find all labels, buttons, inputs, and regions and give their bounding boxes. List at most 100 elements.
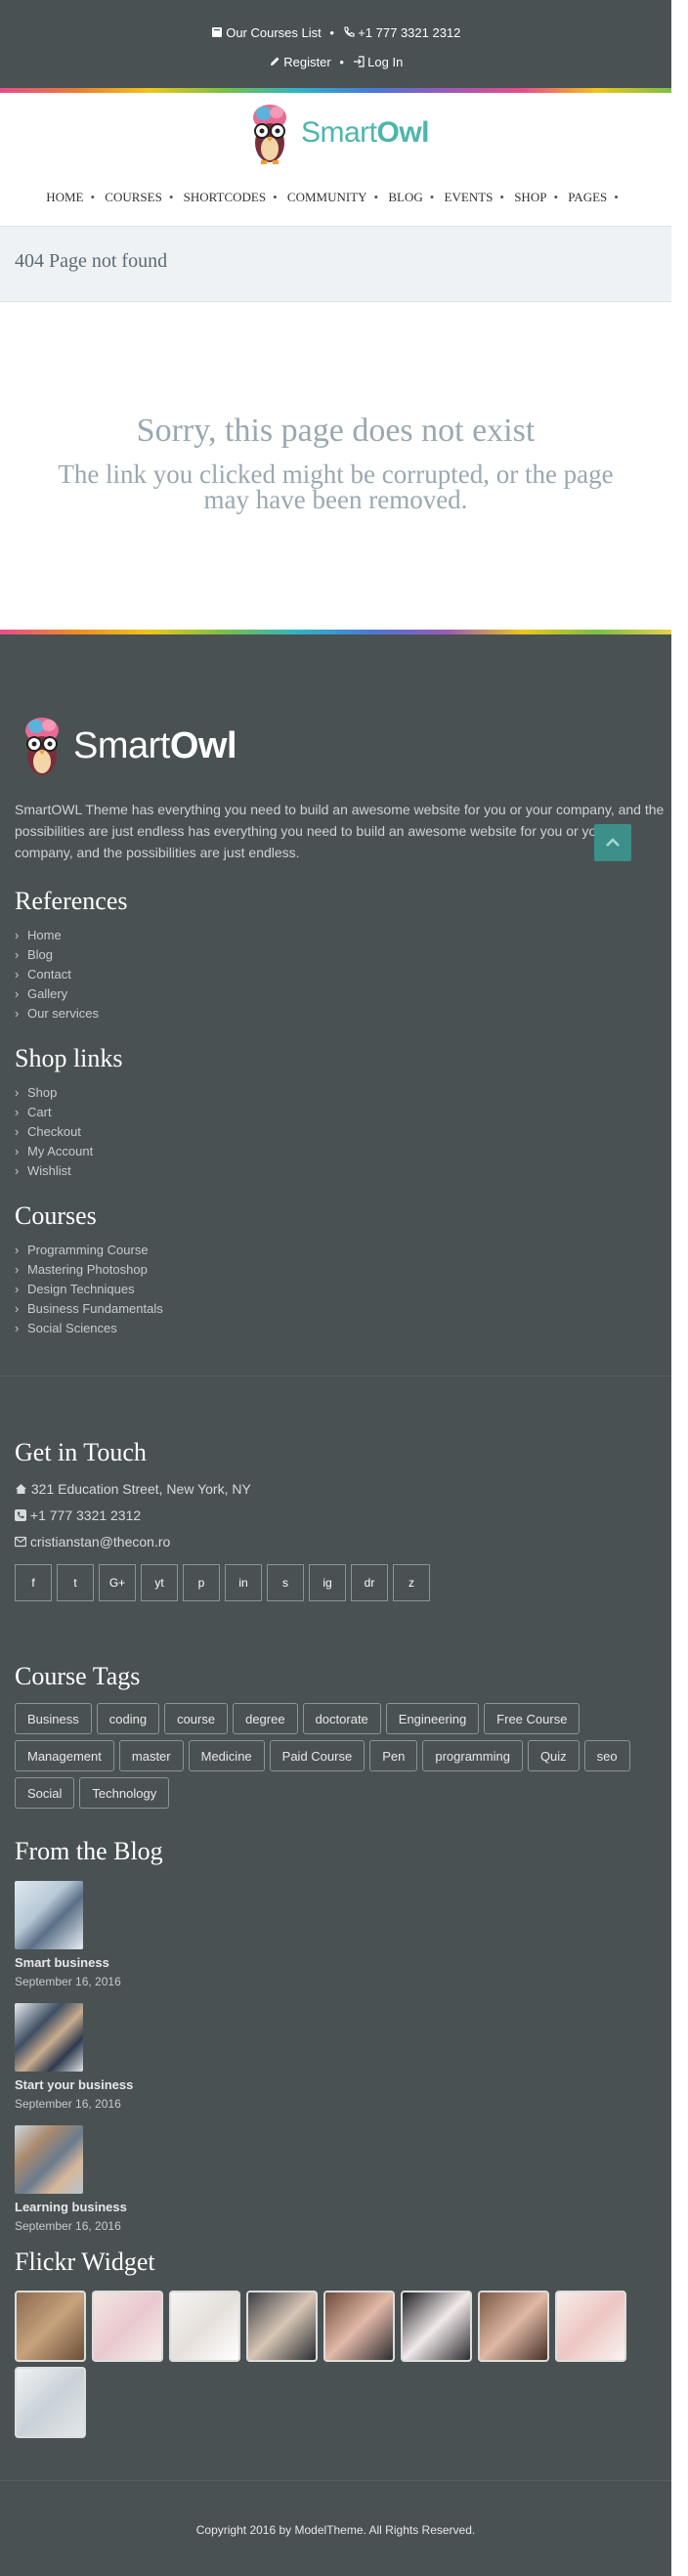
footer: SmartOwl SmartOWL Theme has everything y… <box>0 634 671 2576</box>
nav-item-home[interactable]: HOME <box>46 190 83 204</box>
deviantart-icon[interactable]: z <box>393 1564 430 1601</box>
flickr-photo[interactable] <box>401 2291 472 2362</box>
blog-post[interactable]: Learning business September 16, 2016 <box>15 2125 127 2233</box>
list-item[interactable]: › Blog <box>15 945 99 965</box>
list-item[interactable]: › Social Sciences <box>15 1319 163 1338</box>
tag[interactable]: Social <box>15 1777 75 1809</box>
flickr-photo[interactable] <box>15 2291 86 2362</box>
scroll-to-top-button[interactable] <box>594 824 631 861</box>
facebook-icon[interactable]: f <box>15 1564 52 1601</box>
nav-item-courses[interactable]: COURSES <box>105 190 162 204</box>
nav-item-shortcodes[interactable]: SHORTCODES <box>184 190 266 204</box>
nav-item-events[interactable]: EVENTS <box>445 190 494 204</box>
tag[interactable]: Medicine <box>188 1740 265 1771</box>
nav-item-shop[interactable]: SHOP <box>514 190 546 204</box>
flickr-photo[interactable] <box>246 2291 318 2362</box>
instagram-icon[interactable]: ig <box>309 1564 346 1601</box>
phone-link[interactable]: +1 777 3321 2312 <box>343 25 460 40</box>
nav-item-blog[interactable]: BLOG <box>388 190 422 204</box>
flickr-photo[interactable] <box>92 2291 163 2362</box>
blog-post-title[interactable]: Start your business <box>15 2077 133 2092</box>
tag[interactable]: Pen <box>369 1740 418 1771</box>
flickr-gallery <box>15 2291 660 2438</box>
list-item[interactable]: › Mastering Photoshop <box>15 1260 163 1280</box>
list-item[interactable]: › Our services <box>15 1004 99 1024</box>
register-link[interactable]: Register <box>269 55 335 69</box>
social-links: f t G+ yt p in s ig dr z <box>15 1564 430 1601</box>
chevron-right-icon: › <box>15 1282 20 1296</box>
owl-mascot-icon <box>252 105 286 164</box>
blog-post-title[interactable]: Smart business <box>15 1955 121 1970</box>
list-item[interactable]: › Cart <box>15 1103 93 1122</box>
skype-icon[interactable]: s <box>267 1564 304 1601</box>
references-heading: References <box>15 887 128 915</box>
chevron-right-icon: › <box>15 1144 20 1158</box>
tag[interactable]: coding <box>96 1703 160 1734</box>
tag[interactable]: Engineering <box>385 1703 480 1734</box>
list-item[interactable]: › Wishlist <box>15 1161 93 1181</box>
tag[interactable]: course <box>164 1703 229 1734</box>
list-item[interactable]: › Contact <box>15 965 99 984</box>
courses-heading: Courses <box>15 1201 97 1230</box>
list-item[interactable]: › Gallery <box>15 984 99 1004</box>
nav-item-community[interactable]: COMMUNITY <box>287 190 367 204</box>
envelope-icon <box>14 1536 27 1548</box>
blog-heading: From the Blog <box>15 1837 163 1865</box>
linkedin-icon[interactable]: in <box>225 1564 262 1601</box>
flickr-photo[interactable] <box>323 2291 395 2362</box>
twitter-icon[interactable]: t <box>57 1564 94 1601</box>
pinterest-icon[interactable]: p <box>183 1564 220 1601</box>
tag[interactable]: doctorate <box>302 1703 381 1734</box>
list-item[interactable]: › Shop <box>15 1083 93 1103</box>
contact-email[interactable]: cristianstan@thecon.ro <box>14 1529 251 1555</box>
blog-post-title[interactable]: Learning business <box>15 2200 127 2214</box>
list-item[interactable]: › Home <box>15 926 99 945</box>
header-logo-area: SmartOwl <box>0 98 671 176</box>
footer-logo[interactable]: SmartOwl <box>15 711 237 781</box>
courses-list: › Programming Course › Mastering Photoshop… <box>15 1241 163 1338</box>
chevron-right-icon: › <box>15 947 20 962</box>
list-item[interactable]: › My Account <box>15 1142 93 1161</box>
tag[interactable]: Paid Course <box>269 1740 366 1771</box>
chevron-right-icon: › <box>15 1163 20 1178</box>
copyright-text: Copyright 2016 by ModelTheme. All Rights… <box>195 2523 476 2537</box>
tag[interactable]: Technology <box>79 1777 170 1809</box>
flickr-photo[interactable] <box>555 2291 626 2362</box>
tag[interactable]: programming <box>422 1740 523 1771</box>
logo-text: SmartOwl <box>73 724 237 766</box>
tag[interactable]: Free Course <box>484 1703 580 1734</box>
tag[interactable]: degree <box>233 1703 298 1734</box>
list-item[interactable]: › Design Techniques <box>15 1280 163 1299</box>
youtube-icon[interactable]: yt <box>141 1564 178 1601</box>
tag[interactable]: Management <box>15 1740 114 1771</box>
list-item[interactable]: › Business Fundamentals <box>15 1299 163 1319</box>
courses-list-link[interactable]: Our Courses List <box>211 25 325 40</box>
google-plus-icon[interactable]: G+ <box>99 1564 136 1601</box>
flickr-photo[interactable] <box>478 2291 549 2362</box>
separator-dot: • <box>339 55 344 69</box>
tag[interactable]: Business <box>15 1703 92 1734</box>
blog-thumbnail[interactable] <box>15 1881 83 1949</box>
dribbble-icon[interactable]: dr <box>351 1564 388 1601</box>
login-link[interactable]: Log In <box>353 55 403 69</box>
contact-phone[interactable]: +1 777 3321 2312 <box>15 1503 251 1529</box>
blog-thumbnail[interactable] <box>15 2125 83 2194</box>
blog-post[interactable]: Start your business September 16, 2016 <box>15 2003 133 2111</box>
tag[interactable]: Quiz <box>527 1740 580 1771</box>
blog-thumbnail[interactable] <box>15 2003 83 2072</box>
flickr-photo[interactable] <box>169 2291 240 2362</box>
list-item[interactable]: › Programming Course <box>15 1241 163 1260</box>
flickr-photo[interactable] <box>15 2367 86 2438</box>
blog-post[interactable]: Smart business September 16, 2016 <box>15 1881 121 1988</box>
course-tags-heading: Course Tags <box>15 1662 141 1690</box>
site-logo[interactable]: SmartOwl <box>242 98 430 168</box>
list-item[interactable]: › Checkout <box>15 1122 93 1142</box>
tag[interactable]: seo <box>583 1740 630 1771</box>
flickr-heading: Flickr Widget <box>15 2248 155 2276</box>
nav-separator: • <box>553 190 559 204</box>
shop-links-heading: Shop links <box>15 1044 123 1072</box>
nav-item-pages[interactable]: PAGES <box>568 190 607 204</box>
chevron-right-icon: › <box>15 1301 20 1316</box>
tag[interactable]: master <box>118 1740 184 1771</box>
blog-post-date: September 16, 2016 <box>15 1975 121 1988</box>
